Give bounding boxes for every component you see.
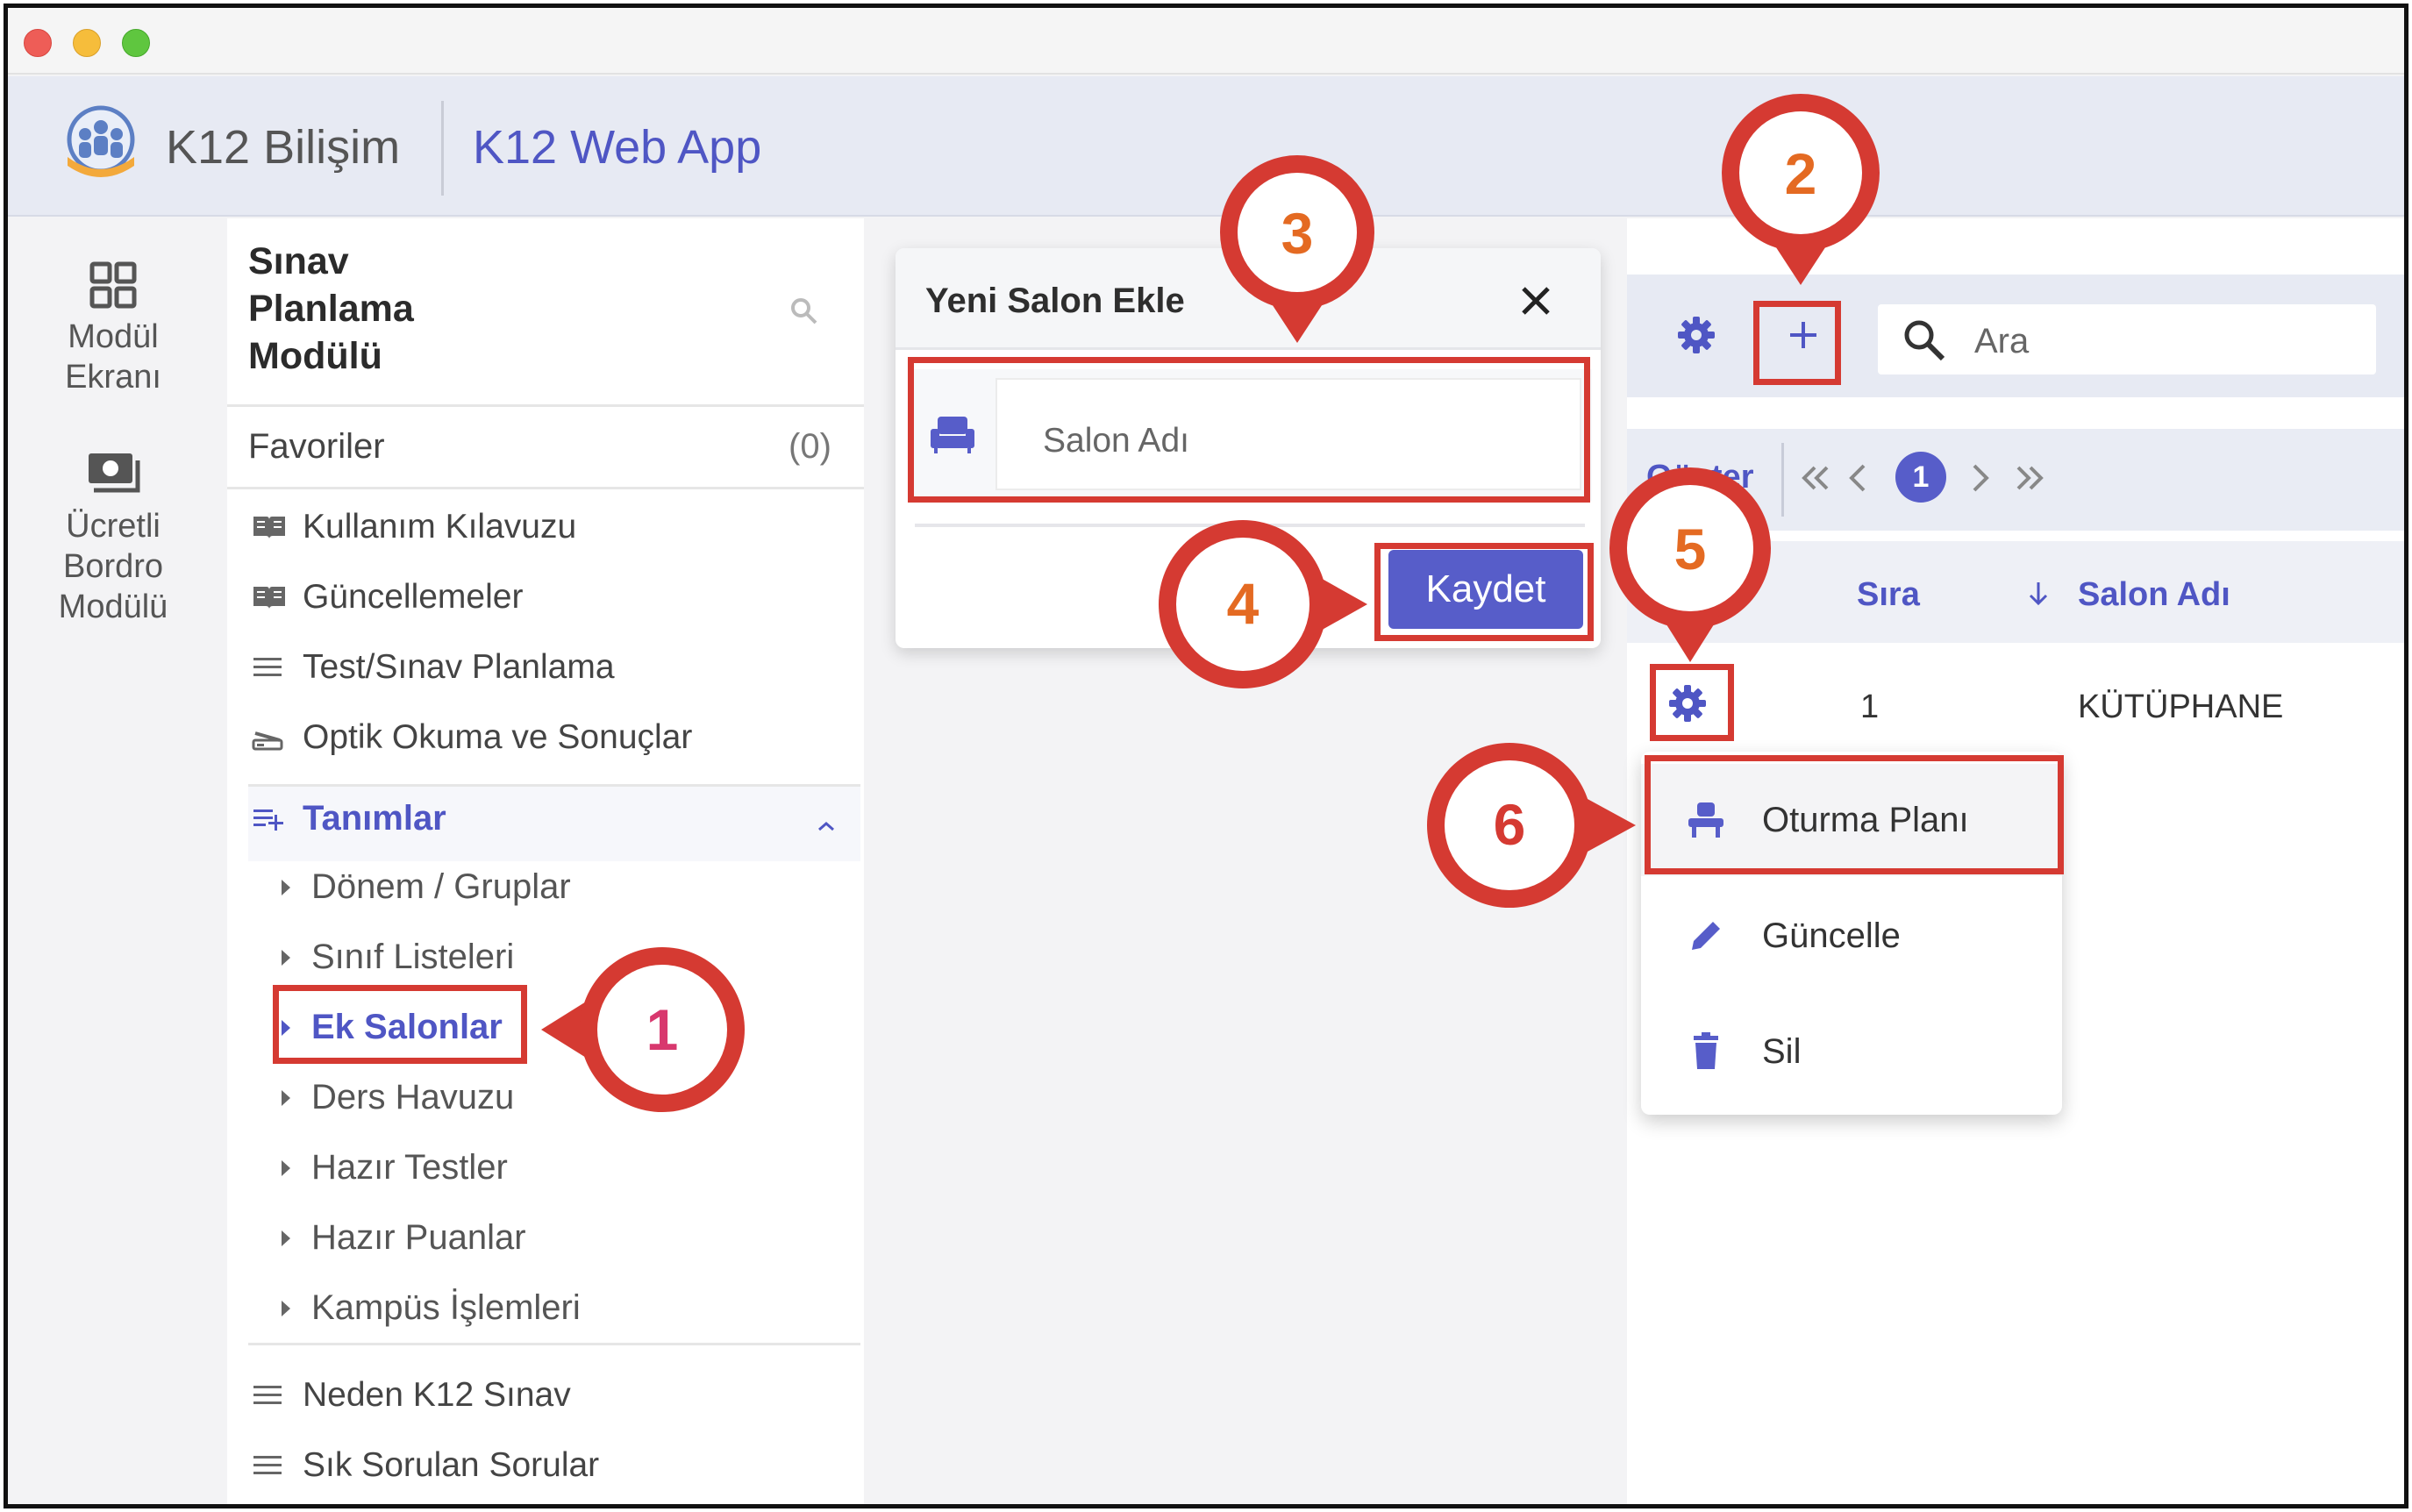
scanner-icon — [252, 731, 283, 751]
nav-item-why-k12[interactable]: Neden K12 Sınav — [252, 1376, 571, 1415]
grid-icon — [89, 261, 137, 309]
callout-6-number: 6 — [1493, 792, 1526, 857]
nav-group-definitions[interactable]: Tanımlar — [252, 799, 446, 838]
brand-name: K12 Bilişim — [166, 121, 401, 174]
window-titlebar — [8, 8, 2404, 75]
trash-icon — [1694, 1032, 1718, 1069]
nav-item-ready-tests[interactable]: Hazır Testler — [282, 1148, 508, 1187]
menu-item-update[interactable]: Güncelle — [1641, 880, 2062, 992]
current-page[interactable]: 1 — [1895, 452, 1946, 503]
k12-logo-icon — [67, 105, 135, 177]
caret-right-icon — [282, 1300, 290, 1316]
divider — [227, 487, 864, 489]
highlight-box-add-button — [1753, 301, 1841, 385]
nav-item-optical-reading[interactable]: Optik Okuma ve Sonuçlar — [252, 718, 692, 757]
dialog-title: Yeni Salon Ekle — [925, 282, 1185, 320]
chevron-up-icon[interactable] — [817, 820, 836, 832]
rail-item-payroll[interactable]: Ücretli Bordro Modülü — [8, 450, 218, 627]
rail-label: Ücretli — [66, 508, 161, 545]
app-header: K12 Bilişim K12 Web App — [8, 76, 2404, 217]
nav-item-periods-groups[interactable]: Dönem / Gruplar — [282, 867, 571, 907]
divider — [248, 1343, 860, 1345]
table-cell-salon-adi: KÜTÜPHANE — [2078, 688, 2284, 725]
rail-label: Bordro — [62, 548, 164, 585]
column-header-salon-adi[interactable]: Salon Adı — [2078, 576, 2230, 614]
maximize-window-button[interactable] — [122, 29, 150, 57]
module-title: Sınav Planlama Modülü — [248, 240, 414, 377]
callout-5-number: 5 — [1673, 517, 1707, 581]
search-icon — [1904, 320, 1945, 361]
book-icon — [253, 517, 285, 539]
divider — [248, 784, 860, 787]
nav-item-user-guide[interactable]: Kullanım Kılavuzu — [252, 508, 576, 546]
playlist-add-icon — [253, 809, 283, 831]
minimize-window-button[interactable] — [73, 29, 101, 57]
caret-right-icon — [282, 879, 290, 895]
table-cell-sira: 1 — [1860, 688, 1880, 725]
first-page-icon[interactable] — [1799, 462, 1832, 494]
gear-icon[interactable] — [1676, 315, 1716, 355]
menu-icon — [253, 1386, 282, 1404]
close-icon[interactable] — [1513, 278, 1559, 324]
nav-item-faq[interactable]: Sık Sorulan Sorular — [252, 1446, 599, 1485]
rail-label: Modülü — [58, 588, 168, 625]
nav-item-test-planning[interactable]: Test/Sınav Planlama — [252, 648, 615, 687]
nav-search-icon[interactable] — [789, 296, 820, 327]
callout-4-number: 4 — [1226, 571, 1260, 636]
previous-page-icon[interactable] — [1846, 462, 1869, 494]
next-page-icon[interactable] — [1969, 462, 1992, 494]
column-header-sira[interactable]: Sıra — [1857, 576, 1920, 614]
sort-down-icon[interactable] — [2027, 580, 2050, 608]
nav-item-updates[interactable]: Güncellemeler — [252, 578, 523, 617]
menu-icon — [253, 658, 282, 676]
callout-3-number: 3 — [1281, 201, 1314, 266]
caret-right-icon — [282, 1089, 290, 1106]
highlight-box-row-gear — [1650, 664, 1734, 741]
favorites-count: (0) — [789, 427, 831, 466]
menu-item-delete[interactable]: Sil — [1641, 995, 2062, 1108]
search-input[interactable]: Ara — [1878, 304, 2376, 374]
highlight-box-room-name — [908, 357, 1590, 503]
caret-right-icon — [282, 949, 290, 966]
app-name: K12 Web App — [473, 121, 762, 174]
caret-right-icon — [282, 1230, 290, 1246]
close-window-button[interactable] — [24, 29, 52, 57]
rail-item-module-screen[interactable]: Modül Ekranı — [8, 260, 218, 397]
pencil-icon — [1692, 922, 1720, 950]
callout-2-number: 2 — [1784, 141, 1817, 206]
module-nav-panel: Sınav Planlama Modülü Favoriler (0) Kull… — [227, 218, 864, 1504]
caret-right-icon — [282, 1159, 290, 1176]
highlight-box-ek-salonlar — [273, 985, 527, 1064]
nav-item-class-lists[interactable]: Sınıf Listeleri — [282, 938, 514, 977]
app-window: K12 Bilişim K12 Web App Modül Ekranı Ücr… — [4, 4, 2408, 1508]
module-rail: Modül Ekranı Ücretli Bordro Modülü — [8, 218, 225, 1504]
rail-label: Ekranı — [65, 359, 161, 396]
rail-label: Modül — [68, 318, 159, 355]
menu-icon — [253, 1456, 282, 1474]
divider — [227, 404, 864, 407]
highlight-box-save — [1374, 543, 1594, 641]
payroll-icon — [89, 453, 140, 493]
nav-item-campus-operations[interactable]: Kampüs İşlemleri — [282, 1288, 581, 1328]
callout-1-number: 1 — [646, 997, 679, 1062]
book-icon — [253, 587, 285, 610]
header-divider — [441, 101, 444, 196]
favorites-label[interactable]: Favoriler — [248, 427, 385, 467]
last-page-icon[interactable] — [2013, 462, 2046, 494]
highlight-box-seating-plan — [1645, 755, 2064, 874]
nav-item-ready-scores[interactable]: Hazır Puanlar — [282, 1218, 526, 1258]
search-placeholder: Ara — [1974, 322, 2030, 360]
divider — [1781, 443, 1784, 517]
nav-item-course-pool[interactable]: Ders Havuzu — [282, 1078, 514, 1117]
